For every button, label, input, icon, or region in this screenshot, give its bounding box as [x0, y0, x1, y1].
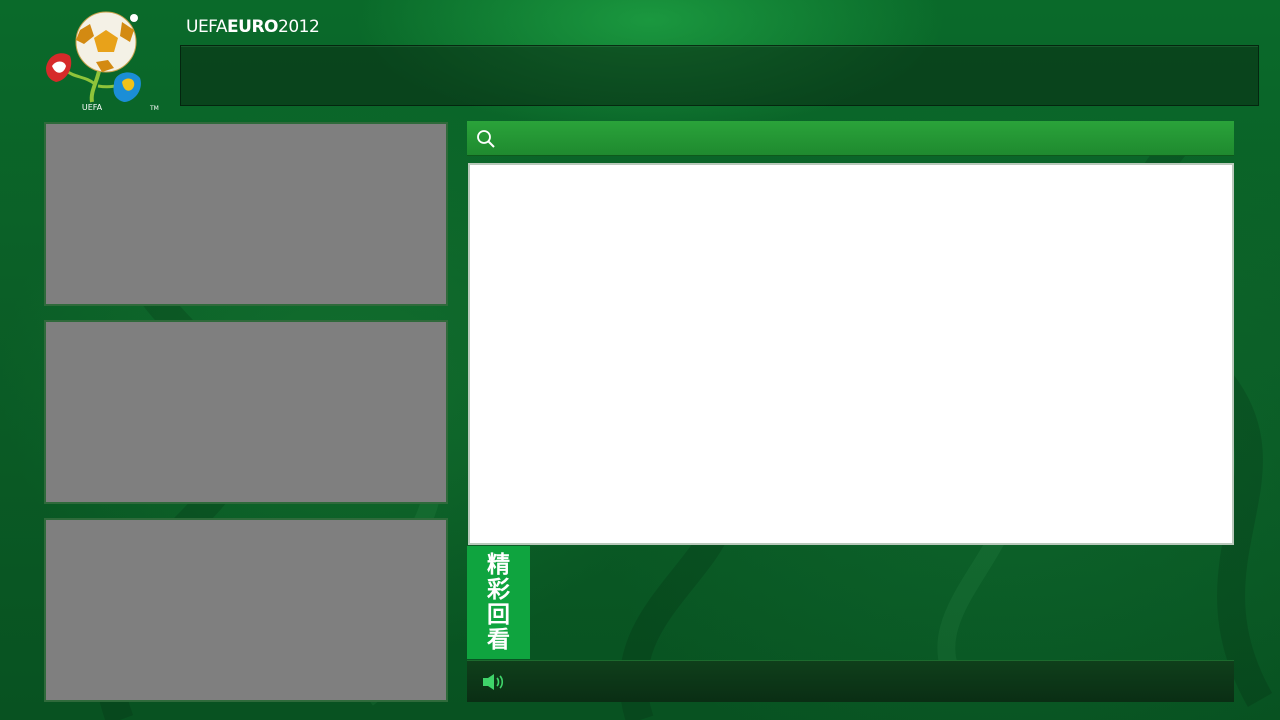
- brand-prefix: UEFA: [186, 17, 228, 37]
- brand-bold: EURO: [227, 17, 278, 37]
- replay-tab-char: 彩: [487, 576, 510, 603]
- video-thumbnail[interactable]: [44, 320, 448, 504]
- replay-tab-char: 回: [487, 601, 510, 628]
- replay-tab-char: 精: [487, 551, 510, 578]
- bottom-info-bar: [467, 660, 1234, 702]
- brand-year: 2012: [278, 17, 320, 37]
- svg-text:UEFA: UEFA: [82, 103, 103, 112]
- top-banner: [180, 45, 1259, 106]
- brand-title: UEFAEURO2012: [186, 17, 320, 37]
- replay-tab-char: 看: [487, 626, 510, 653]
- video-thumbnail[interactable]: [44, 122, 448, 306]
- svg-text:TM: TM: [149, 105, 159, 112]
- video-player[interactable]: [468, 163, 1234, 545]
- uefa-euro-2012-logo: UEFA TM: [40, 6, 160, 116]
- search-input[interactable]: [503, 125, 1227, 153]
- search-icon[interactable]: [476, 129, 496, 149]
- speaker-icon[interactable]: [482, 673, 506, 691]
- video-thumbnail[interactable]: [44, 518, 448, 702]
- search-bar: [467, 121, 1234, 156]
- highlights-replay-tab[interactable]: 精 彩 回 看: [467, 546, 530, 659]
